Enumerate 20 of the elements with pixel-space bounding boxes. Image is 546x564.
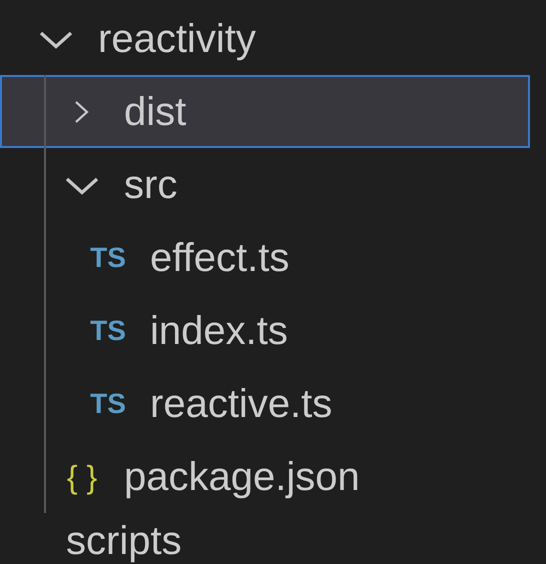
file-type-icon: TS	[90, 316, 126, 344]
tree-row[interactable]: dist	[0, 75, 530, 148]
tree-row[interactable]: TS effect.ts	[0, 221, 530, 294]
tree-row[interactable]: { } package.json	[0, 440, 530, 513]
tree-row[interactable]: TS index.ts	[0, 294, 530, 367]
tree-row[interactable]: TS reactive.ts	[0, 367, 530, 440]
tree-item-label: src	[124, 164, 178, 204]
tree-row[interactable]: scripts	[0, 513, 530, 564]
file-type-icon: TS	[90, 390, 126, 418]
tree-item-label: reactive.ts	[150, 384, 332, 424]
tree-item-label: reactivity	[98, 18, 256, 58]
tree-item-label: dist	[124, 92, 186, 132]
tree-item-label: effect.ts	[150, 238, 290, 278]
file-type-icon: TS	[90, 244, 126, 272]
tree-row[interactable]: src	[0, 148, 530, 221]
file-type-icon: { }	[66, 460, 98, 492]
tree-item-label: scripts	[66, 521, 182, 561]
tree-row[interactable]: reactivity	[0, 2, 530, 75]
tree-item-label: index.ts	[150, 310, 288, 350]
tree-item-label: package.json	[124, 456, 360, 496]
